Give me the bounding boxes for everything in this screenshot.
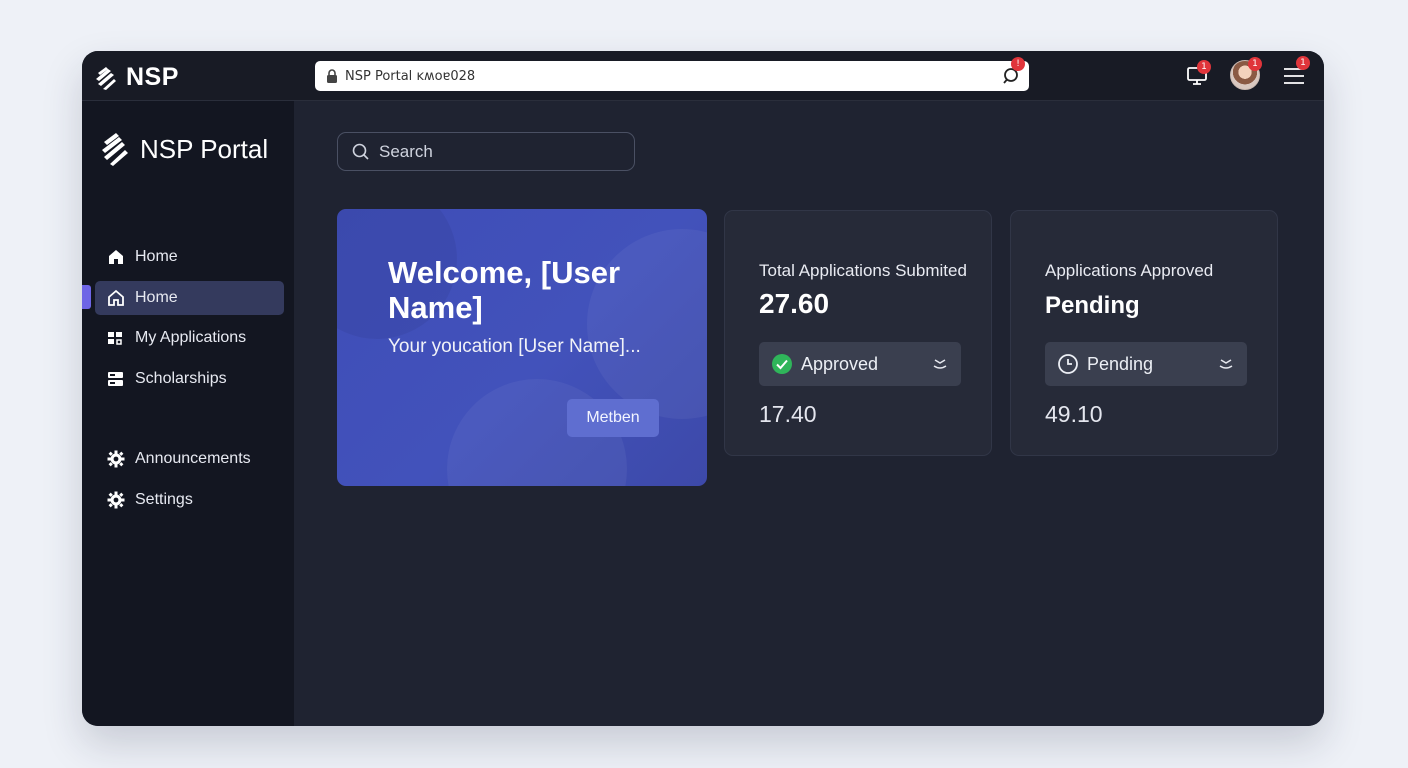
check-circle-icon [772,354,792,374]
status-dropdown-value: Approved [801,353,879,374]
welcome-title: Welcome, [User Name] [388,255,621,325]
stat-value: 27.60 [759,288,830,319]
welcome-action-button[interactable]: Metben [567,399,659,437]
sidebar-brand-text: NSP Portal [140,133,269,164]
stat-sub-value: 17.40 [759,401,817,427]
sidebar-brand[interactable]: NSP Portal [100,131,268,167]
search-badge: ! [1011,57,1025,71]
sidebar-item-label: Settings [135,491,193,508]
search-icon [352,143,369,160]
top-brand[interactable]: NSP [94,63,179,92]
stat-value: Pending [1045,292,1140,319]
profile-button[interactable]: 1 [1230,57,1262,90]
top-bar: NSP NSP Portal ĸʍοɐ028 ! 1 1 1 [82,51,1324,101]
sidebar-item-settings[interactable]: Settings [95,483,284,517]
lock-icon [327,69,337,83]
active-nav-indicator [82,285,91,309]
nsp-logo-icon [102,133,128,166]
document-stack-icon [108,372,123,386]
welcome-subtitle: Your youcation [User Name]... [388,336,641,357]
sidebar-item-label: Announcements [135,450,251,467]
clock-icon [1058,354,1078,374]
chevron-down-icon [1219,359,1233,369]
stat-card-submitted: Total Applications Submited 27.60 Approv… [724,210,992,456]
menu-button[interactable]: 1 [1283,56,1310,90]
sidebar-item-my-applications[interactable]: My Applications [95,321,284,355]
sidebar-item-label: Home [135,248,178,265]
status-dropdown-pending[interactable]: Pending [1045,342,1247,386]
sidebar-item-home-active[interactable]: Home [95,281,284,315]
search-input[interactable] [379,141,619,162]
address-bar[interactable]: NSP Portal ĸʍοɐ028 ! [315,57,1029,91]
sidebar-item-announcements[interactable]: Announcements [95,442,284,476]
stat-label: Total Applications Submited [759,261,967,280]
avatar-badge: 1 [1248,57,1262,71]
notifications-button[interactable]: 1 [1186,60,1211,92]
sidebar-item-home[interactable]: Home [95,240,284,274]
status-dropdown-approved[interactable]: Approved [759,342,961,386]
notifications-badge: 1 [1197,60,1211,74]
welcome-card: Welcome, [User Name] Your youcation [Use… [337,209,707,486]
sidebar-item-label: Home [135,289,178,306]
sidebar-item-scholarships[interactable]: Scholarships [95,362,284,396]
address-search-button[interactable]: ! [1001,57,1025,91]
main-content: Welcome, [User Name] Your youcation [Use… [294,101,1324,726]
sidebar-item-label: My Applications [135,329,247,346]
nsp-logo-icon [96,66,116,90]
gear-icon [107,491,125,509]
gear-icon [107,450,125,468]
stat-sub-value: 49.10 [1045,401,1103,427]
home-icon [109,250,123,264]
top-brand-text: NSP [126,63,179,91]
search-box[interactable] [337,132,635,171]
sidebar-item-label: Scholarships [135,370,227,387]
home-outline-icon [108,289,124,306]
stat-label: Applications Approved [1045,261,1214,280]
app-window: NSP NSP Portal ĸʍοɐ028 ! 1 1 1 NSP Porta… [82,51,1324,726]
menu-badge: 1 [1296,56,1310,70]
sidebar: NSP Portal Home Home My Applications Sch… [82,101,294,726]
address-text: NSP Portal ĸʍοɐ028 [345,68,476,84]
chevron-down-icon [933,359,947,369]
stat-card-approved: Applications Approved Pending Pending 49… [1010,210,1278,456]
grid-icon [108,332,122,345]
status-dropdown-value: Pending [1087,353,1154,374]
